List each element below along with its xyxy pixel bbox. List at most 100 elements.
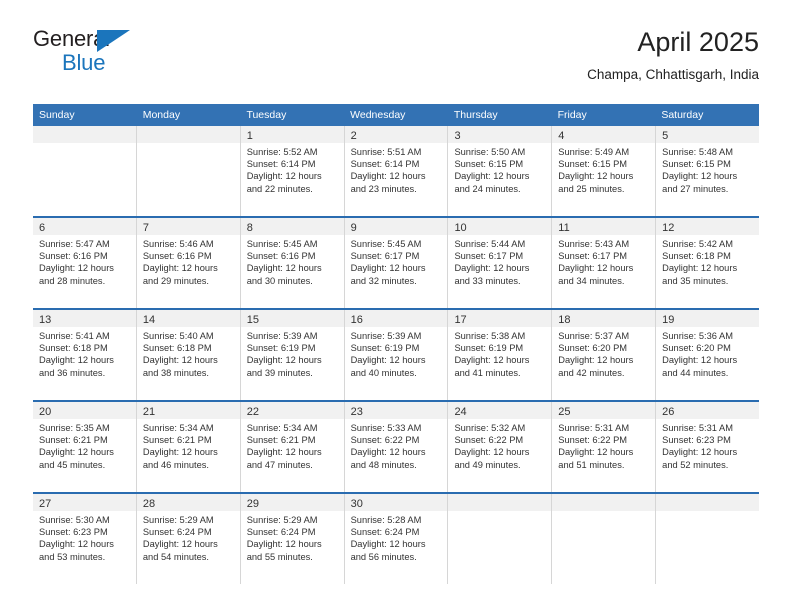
day-details: Sunrise: 5:30 AM Sunset: 6:23 PM Daylight:… [33, 511, 136, 563]
calendar-day-cell[interactable]: 20 Sunrise: 5:35 AM Sunset: 6:21 PM Dayligh… [33, 402, 136, 492]
sunrise-time: Sunrise: 5:51 AM [350, 147, 422, 157]
day-number-strip [33, 126, 136, 143]
day-number-strip: 8 [240, 218, 344, 235]
sunrise-time: Sunrise: 5:33 AM [350, 423, 422, 433]
daylight-duration-line2: and 53 minutes. [39, 551, 106, 562]
general-blue-logo[interactable]: General Blue [33, 26, 153, 82]
weekday-header-thursday: Thursday [453, 109, 498, 121]
day-details: Sunrise: 5:43 AM Sunset: 6:17 PM Daylight:… [552, 235, 655, 287]
day-details: Sunrise: 5:34 AM Sunset: 6:21 PM Daylight:… [241, 419, 344, 471]
calendar-day-cell[interactable]: 21 Sunrise: 5:34 AM Sunset: 6:21 PM Dayligh… [135, 402, 240, 492]
calendar-day-cell[interactable]: 8 Sunrise: 5:45 AM Sunset: 6:16 PM Daylight… [239, 218, 344, 308]
calendar-day-cell[interactable]: 12 Sunrise: 5:42 AM Sunset: 6:18 PM Dayligh… [655, 218, 760, 308]
day-details: Sunrise: 5:39 AM Sunset: 6:19 PM Daylight:… [241, 327, 344, 379]
day-details: Sunrise: 5:47 AM Sunset: 6:16 PM Daylight:… [33, 235, 136, 287]
day-number-strip: 12 [656, 218, 760, 235]
day-number-strip [552, 494, 656, 511]
calendar-day-cell[interactable]: 10 Sunrise: 5:44 AM Sunset: 6:17 PM Dayligh… [447, 218, 552, 308]
daylight-duration-line1: Daylight: 12 hours [350, 263, 426, 274]
page-title: April 2025 [637, 27, 759, 57]
calendar-day-cell[interactable]: 1 Sunrise: 5:52 AM Sunset: 6:14 PM Daylight… [239, 126, 344, 216]
calendar-day-cell[interactable]: 15 Sunrise: 5:39 AM Sunset: 6:19 PM Dayligh… [239, 310, 344, 400]
day-details: Sunrise: 5:45 AM Sunset: 6:16 PM Daylight:… [241, 235, 344, 287]
sunrise-time: Sunrise: 5:52 AM [246, 147, 318, 157]
calendar-week-row: 13 Sunrise: 5:41 AM Sunset: 6:18 PM Dayligh… [33, 308, 760, 400]
sunrise-time: Sunrise: 5:47 AM [39, 239, 110, 249]
calendar-day-cell[interactable]: 11 Sunrise: 5:43 AM Sunset: 6:17 PM Dayligh… [551, 218, 656, 308]
calendar-day-cell[interactable]: 26 Sunrise: 5:31 AM Sunset: 6:23 PM Dayligh… [655, 402, 760, 492]
day-details: Sunrise: 5:42 AM Sunset: 6:18 PM Daylight:… [656, 235, 759, 287]
daylight-duration-line1: Daylight: 12 hours [662, 263, 738, 274]
calendar-page: General Blue April 2025 Champa, Chhattis… [0, 0, 792, 612]
sunrise-time: Sunrise: 5:39 AM [350, 331, 422, 341]
daylight-duration-line2: and 45 minutes. [39, 459, 106, 470]
calendar-day-cell[interactable]: 28 Sunrise: 5:29 AM Sunset: 6:24 PM Dayligh… [135, 494, 240, 584]
calendar-day-cell[interactable]: 30 Sunrise: 5:28 AM Sunset: 6:24 PM Dayligh… [343, 494, 448, 584]
daylight-duration-line2: and 55 minutes. [246, 551, 313, 562]
calendar-week-row: 6 Sunrise: 5:47 AM Sunset: 6:16 PM Daylight… [33, 216, 760, 308]
calendar-day-cell[interactable]: 18 Sunrise: 5:37 AM Sunset: 6:20 PM Dayligh… [551, 310, 656, 400]
daylight-duration-line1: Daylight: 12 hours [558, 355, 634, 366]
day-number-strip: 29 [240, 494, 344, 511]
day-details: Sunrise: 5:50 AM Sunset: 6:15 PM Daylight:… [448, 143, 551, 195]
calendar-day-cell-empty [33, 126, 136, 216]
calendar-day-cell[interactable]: 9 Sunrise: 5:45 AM Sunset: 6:17 PM Daylight… [343, 218, 448, 308]
day-number: 15 [246, 314, 259, 326]
calendar-day-cell[interactable]: 27 Sunrise: 5:30 AM Sunset: 6:23 PM Dayligh… [33, 494, 136, 584]
sunset-time: Sunset: 6:19 PM [350, 343, 420, 354]
weekday-header-saturday: Saturday [661, 109, 704, 121]
day-details: Sunrise: 5:37 AM Sunset: 6:20 PM Daylight:… [552, 327, 655, 379]
calendar-day-cell[interactable]: 23 Sunrise: 5:33 AM Sunset: 6:22 PM Dayligh… [343, 402, 448, 492]
daylight-duration-line1: Daylight: 12 hours [454, 263, 530, 274]
calendar-day-cell[interactable]: 14 Sunrise: 5:40 AM Sunset: 6:18 PM Dayligh… [135, 310, 240, 400]
day-details: Sunrise: 5:40 AM Sunset: 6:18 PM Daylight:… [137, 327, 240, 379]
day-number: 24 [454, 406, 467, 418]
calendar-day-cell[interactable]: 3 Sunrise: 5:50 AM Sunset: 6:15 PM Daylight… [447, 126, 552, 216]
day-number-strip: 21 [136, 402, 240, 419]
weekday-header-tuesday: Tuesday [246, 109, 287, 121]
calendar-day-cell[interactable]: 25 Sunrise: 5:31 AM Sunset: 6:22 PM Dayligh… [551, 402, 656, 492]
calendar-grid: Sunday Monday Tuesday Wednesday Thursday Frid… [33, 104, 760, 584]
day-number: 16 [350, 314, 363, 326]
sunset-time: Sunset: 6:21 PM [246, 435, 316, 446]
day-number: 8 [246, 222, 253, 234]
calendar-day-cell[interactable]: 17 Sunrise: 5:38 AM Sunset: 6:19 PM Dayligh… [447, 310, 552, 400]
sunset-time: Sunset: 6:24 PM [142, 527, 212, 538]
sunrise-time: Sunrise: 5:35 AM [39, 423, 110, 433]
sunrise-time: Sunrise: 5:36 AM [662, 331, 733, 341]
daylight-duration-line1: Daylight: 12 hours [350, 355, 426, 366]
day-number: 14 [142, 314, 156, 326]
calendar-day-cell[interactable]: 2 Sunrise: 5:51 AM Sunset: 6:14 PM Daylight… [343, 126, 448, 216]
daylight-duration-line1: Daylight: 12 hours [558, 447, 634, 458]
calendar-day-cell[interactable]: 16 Sunrise: 5:39 AM Sunset: 6:19 PM Dayligh… [343, 310, 448, 400]
day-number-strip: 10 [448, 218, 552, 235]
calendar-day-cell[interactable]: 4 Sunrise: 5:49 AM Sunset: 6:15 PM Daylight… [551, 126, 656, 216]
calendar-day-cell[interactable]: 22 Sunrise: 5:34 AM Sunset: 6:21 PM Dayligh… [239, 402, 344, 492]
daylight-duration-line2: and 47 minutes. [246, 459, 313, 470]
daylight-duration-line2: and 44 minutes. [662, 367, 729, 378]
calendar-day-cell[interactable]: 7 Sunrise: 5:46 AM Sunset: 6:16 PM Daylight… [135, 218, 240, 308]
day-details: Sunrise: 5:46 AM Sunset: 6:16 PM Daylight:… [137, 235, 240, 287]
sunset-time: Sunset: 6:20 PM [558, 343, 628, 354]
daylight-duration-line1: Daylight: 12 hours [246, 171, 322, 182]
day-number-strip: 13 [33, 310, 136, 327]
daylight-duration-line2: and 24 minutes. [454, 183, 521, 194]
daylight-duration-line2: and 39 minutes. [246, 367, 313, 378]
daylight-duration-line1: Daylight: 12 hours [39, 539, 114, 550]
day-details: Sunrise: 5:52 AM Sunset: 6:14 PM Daylight:… [241, 143, 344, 195]
daylight-duration-line2: and 23 minutes. [350, 183, 417, 194]
daylight-duration-line1: Daylight: 12 hours [246, 539, 322, 550]
day-number-strip: 15 [240, 310, 344, 327]
calendar-day-cell[interactable]: 6 Sunrise: 5:47 AM Sunset: 6:16 PM Daylight… [33, 218, 136, 308]
calendar-day-cell[interactable]: 13 Sunrise: 5:41 AM Sunset: 6:18 PM Dayligh… [33, 310, 136, 400]
sunset-time: Sunset: 6:17 PM [454, 251, 524, 262]
daylight-duration-line2: and 28 minutes. [39, 275, 106, 286]
calendar-day-cell[interactable]: 5 Sunrise: 5:48 AM Sunset: 6:15 PM Daylight… [655, 126, 760, 216]
calendar-day-cell-empty [551, 494, 656, 584]
day-number-strip: 9 [344, 218, 448, 235]
calendar-day-cell[interactable]: 24 Sunrise: 5:32 AM Sunset: 6:22 PM Dayligh… [447, 402, 552, 492]
calendar-day-cell[interactable]: 19 Sunrise: 5:36 AM Sunset: 6:20 PM Dayligh… [655, 310, 760, 400]
day-number: 17 [454, 314, 467, 326]
calendar-day-cell[interactable]: 29 Sunrise: 5:29 AM Sunset: 6:24 PM Dayligh… [239, 494, 344, 584]
sunrise-time: Sunrise: 5:48 AM [662, 147, 733, 157]
